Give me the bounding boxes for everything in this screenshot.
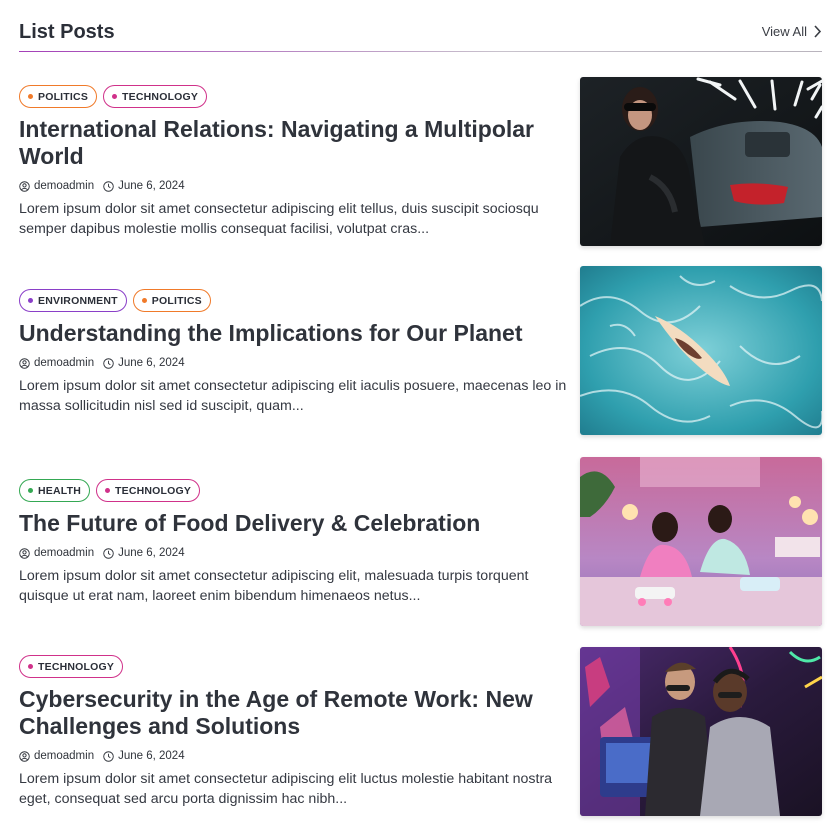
tag-dot [28,94,33,99]
post-author[interactable]: demoadmin [34,180,94,192]
gamers-neon-arcade-photo [580,647,822,816]
tag-health[interactable]: HEALTH [19,479,91,502]
view-all-link[interactable]: View All [762,24,822,39]
clock-icon [103,750,114,762]
post-thumbnail[interactable] [580,77,822,246]
post-date: June 6, 2024 [118,750,185,762]
tag-dot [28,664,33,669]
clock-icon [103,180,114,192]
clock-icon [103,547,114,559]
clock-icon [103,357,114,369]
tag-dot [112,94,118,99]
post-author[interactable]: demoadmin [34,357,94,369]
post-title[interactable]: The Future of Food Delivery & Celebratio… [19,510,567,537]
post-tags: HEALTH TECHNOLOGY [19,479,567,502]
tag-dot [141,298,147,303]
post-excerpt: Lorem ipsum dolor sit amet consectetur a… [19,568,529,604]
tag-technology[interactable]: TECHNOLOGY [103,85,208,108]
user-icon [19,547,30,559]
post-meta: demoadmin June 6, 2024 [19,356,567,370]
user-icon [19,180,30,192]
post-thumbnail[interactable] [580,266,822,435]
tag-technology[interactable]: TECHNOLOGY [19,655,124,678]
tag-politics[interactable]: POLITICS [132,289,211,312]
tag-dot [28,488,33,493]
post-meta: demoadmin June 6, 2024 [19,749,567,763]
user-icon [19,750,30,762]
post-author[interactable]: demoadmin [34,750,94,762]
user-icon [19,357,30,369]
post-thumbnail[interactable] [580,647,822,816]
section-header: List Posts View All [19,16,822,52]
post-excerpt: Lorem ipsum dolor sit amet consectetur a… [19,378,567,414]
tag-technology[interactable]: TECHNOLOGY [96,479,201,502]
post-text: ENVIRONMENT POLITICS Understanding the I… [19,289,567,416]
post-tags: TECHNOLOGY [19,655,567,678]
post-meta: demoadmin June 6, 2024 [19,179,567,193]
post-tags: ENVIRONMENT POLITICS [19,289,567,312]
friends-party-room-photo [580,457,822,626]
post-excerpt: Lorem ipsum dolor sit amet consectetur a… [19,771,553,807]
post-tags: POLITICS TECHNOLOGY [19,85,567,108]
post-text: HEALTH TECHNOLOGY The Future of Food Del… [19,479,567,606]
post-date: June 6, 2024 [118,180,185,192]
section-title: List Posts [19,21,115,43]
post-thumbnail[interactable] [580,457,822,626]
tag-dot [105,488,111,493]
tag-dot [28,298,33,303]
post-meta: demoadmin June 6, 2024 [19,546,567,560]
chevron-right-icon [814,25,822,38]
tag-environment[interactable]: ENVIRONMENT [19,289,127,312]
post-text: POLITICS TECHNOLOGY International Relati… [19,85,567,239]
woman-with-car-neon-photo [580,77,822,246]
post-date: June 6, 2024 [118,357,185,369]
view-all-label: View All [761,24,807,39]
surfer-ocean-aerial-photo [580,266,822,435]
post-title[interactable]: International Relations: Navigating a Mu… [19,116,567,170]
post-date: June 6, 2024 [118,547,185,559]
post-title[interactable]: Cybersecurity in the Age of Remote Work:… [19,686,567,740]
post-author[interactable]: demoadmin [34,547,94,559]
post-title[interactable]: Understanding the Implications for Our P… [19,320,567,347]
post-text: TECHNOLOGY Cybersecurity in the Age of R… [19,655,567,809]
tag-politics[interactable]: POLITICS [19,85,98,108]
post-excerpt: Lorem ipsum dolor sit amet consectetur a… [19,201,539,237]
